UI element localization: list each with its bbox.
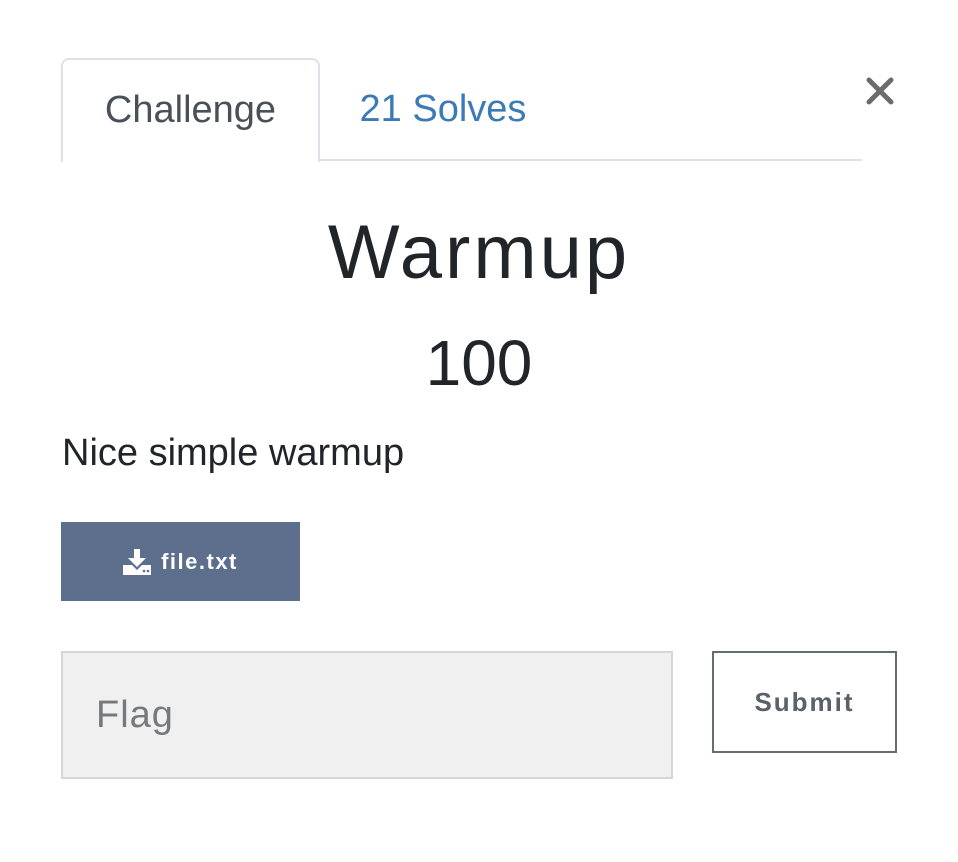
challenge-modal: Challenge 21 Solves Warmup 100 Nice simp… xyxy=(0,0,958,862)
close-icon xyxy=(866,77,894,105)
tab-solves-label: 21 Solves xyxy=(359,88,527,130)
tab-challenge-label: Challenge xyxy=(104,89,277,131)
download-icon xyxy=(123,548,152,575)
challenge-points: 100 xyxy=(425,327,533,399)
file-download-label: file.txt xyxy=(161,548,238,574)
close-button[interactable] xyxy=(862,72,898,110)
challenge-tabs: Challenge 21 Solves xyxy=(61,58,862,163)
tab-solves[interactable]: 21 Solves xyxy=(338,58,548,161)
flag-input[interactable] xyxy=(61,651,673,779)
challenge-description: Nice simple warmup xyxy=(62,432,405,474)
submit-button[interactable]: Submit xyxy=(712,651,897,753)
file-download-button[interactable]: file.txt xyxy=(61,522,300,601)
tab-challenge[interactable]: Challenge xyxy=(61,58,320,163)
challenge-name: Warmup xyxy=(327,210,631,295)
